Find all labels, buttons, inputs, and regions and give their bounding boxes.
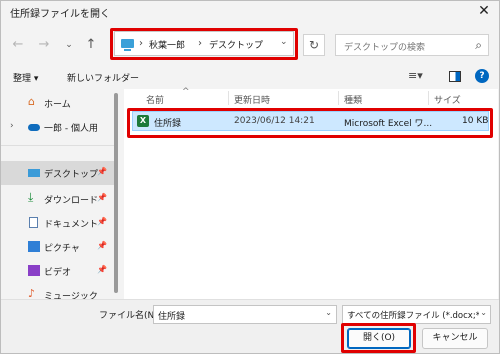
desktop-icon <box>28 169 40 177</box>
file-row-highlight-box <box>127 108 493 138</box>
close-icon[interactable]: ✕ <box>475 2 493 20</box>
navigation-pane: ⌂ ホーム › 一郎 - 個人用 デスクトップ 📌 ⤓ ダウンロード 📌 ドキュ… <box>1 89 122 299</box>
back-arrow-icon[interactable]: ← <box>8 35 28 55</box>
pin-icon[interactable]: 📌 <box>97 167 107 176</box>
document-icon <box>29 217 38 228</box>
nav-divider <box>1 145 114 146</box>
title-bar: 住所録ファイルを開く ✕ <box>1 1 499 23</box>
nav-item-documents[interactable]: ドキュメント 📌 <box>1 211 114 235</box>
column-header-type[interactable]: 種類 <box>344 93 362 106</box>
toolbar: 整理 ▾ 新しいフォルダー ≡▾ ? <box>1 66 499 88</box>
pin-icon[interactable]: 📌 <box>97 265 107 274</box>
file-type-filter[interactable]: すべての住所録ファイル (*.docx;*.c ⌄ <box>342 305 491 324</box>
sort-ascending-icon: ^ <box>182 87 190 97</box>
nav-item-downloads[interactable]: ⤓ ダウンロード 📌 <box>1 187 114 211</box>
pin-icon[interactable]: 📌 <box>97 193 107 202</box>
nav-item-label: デスクトップ <box>44 170 99 180</box>
cancel-button[interactable]: キャンセル <box>422 328 488 349</box>
nav-item-label: ピクチャ <box>44 244 80 254</box>
nav-item-videos[interactable]: ビデオ 📌 <box>1 259 114 283</box>
filter-value[interactable]: すべての住所録ファイル (*.docx;*.c <box>347 309 479 321</box>
nav-item-label: ホーム <box>44 100 71 110</box>
address-highlight-box <box>110 28 298 60</box>
pin-icon[interactable]: 📌 <box>97 241 107 250</box>
chevron-down-icon[interactable]: ⌄ <box>325 308 332 317</box>
chevron-down-icon[interactable]: ⌄ <box>480 308 487 317</box>
organize-button[interactable]: 整理 ▾ <box>13 71 38 84</box>
home-icon: ⌂ <box>28 95 35 108</box>
video-icon <box>28 265 40 276</box>
nav-scrollbar[interactable] <box>114 93 118 293</box>
view-options-icon[interactable]: ≡▾ <box>408 69 423 82</box>
nav-item-label: ビデオ <box>44 268 72 278</box>
file-open-dialog: 住所録ファイルを開く ✕ ← → ⌄ ↑ › 秋葉一郎 › デスクトップ ⌄ ↻… <box>0 0 500 354</box>
pin-icon[interactable]: 📌 <box>97 217 107 226</box>
search-icon[interactable]: ⌕ <box>475 38 482 53</box>
preview-pane-icon[interactable] <box>449 71 461 82</box>
bottom-panel: ファイル名(N): 住所録 ⌄ すべての住所録ファイル (*.docx;*.c … <box>1 299 499 353</box>
nav-item-label: ミュージック <box>44 292 98 299</box>
expand-chevron-icon[interactable]: › <box>10 121 14 131</box>
forward-arrow-icon[interactable]: → <box>34 35 54 55</box>
filename-value[interactable]: 住所録 <box>158 309 185 322</box>
nav-item-desktop[interactable]: デスクトップ 📌 <box>1 161 114 185</box>
column-header-size[interactable]: サイズ <box>434 93 461 106</box>
music-icon: ♪ <box>28 287 36 299</box>
recent-locations-chevron-icon[interactable]: ⌄ <box>59 35 79 55</box>
download-icon: ⤓ <box>28 190 34 204</box>
onedrive-cloud-icon <box>28 124 40 131</box>
filename-label: ファイル名(N): <box>99 311 161 321</box>
nav-item-pictures[interactable]: ピクチャ 📌 <box>1 235 114 259</box>
open-button-highlight-box <box>341 323 416 353</box>
column-header-modified[interactable]: 更新日時 <box>234 93 270 106</box>
search-placeholder[interactable]: デスクトップの検索 <box>344 40 425 53</box>
column-separator[interactable] <box>338 91 339 105</box>
up-arrow-icon[interactable]: ↑ <box>81 35 101 55</box>
pictures-icon <box>28 241 40 252</box>
column-separator[interactable] <box>228 91 229 105</box>
nav-item-label: ダウンロード <box>44 196 99 206</box>
nav-item-label: 一郎 - 個人用 <box>44 124 98 134</box>
search-box[interactable]: デスクトップの検索 ⌕ <box>335 34 489 56</box>
nav-item-onedrive[interactable]: › 一郎 - 個人用 <box>1 115 114 139</box>
new-folder-button[interactable]: 新しいフォルダー <box>67 71 139 84</box>
nav-item-music[interactable]: ♪ ミュージック <box>1 283 114 299</box>
refresh-icon[interactable]: ↻ <box>303 34 325 56</box>
nav-item-label: ドキュメント <box>44 220 99 230</box>
filename-input[interactable]: 住所録 ⌄ <box>153 305 337 324</box>
column-separator[interactable] <box>428 91 429 105</box>
column-header-name[interactable]: 名前 <box>146 93 164 106</box>
nav-item-home[interactable]: ⌂ ホーム <box>1 91 114 115</box>
help-icon[interactable]: ? <box>475 69 489 83</box>
window-title: 住所録ファイルを開く <box>10 9 110 20</box>
